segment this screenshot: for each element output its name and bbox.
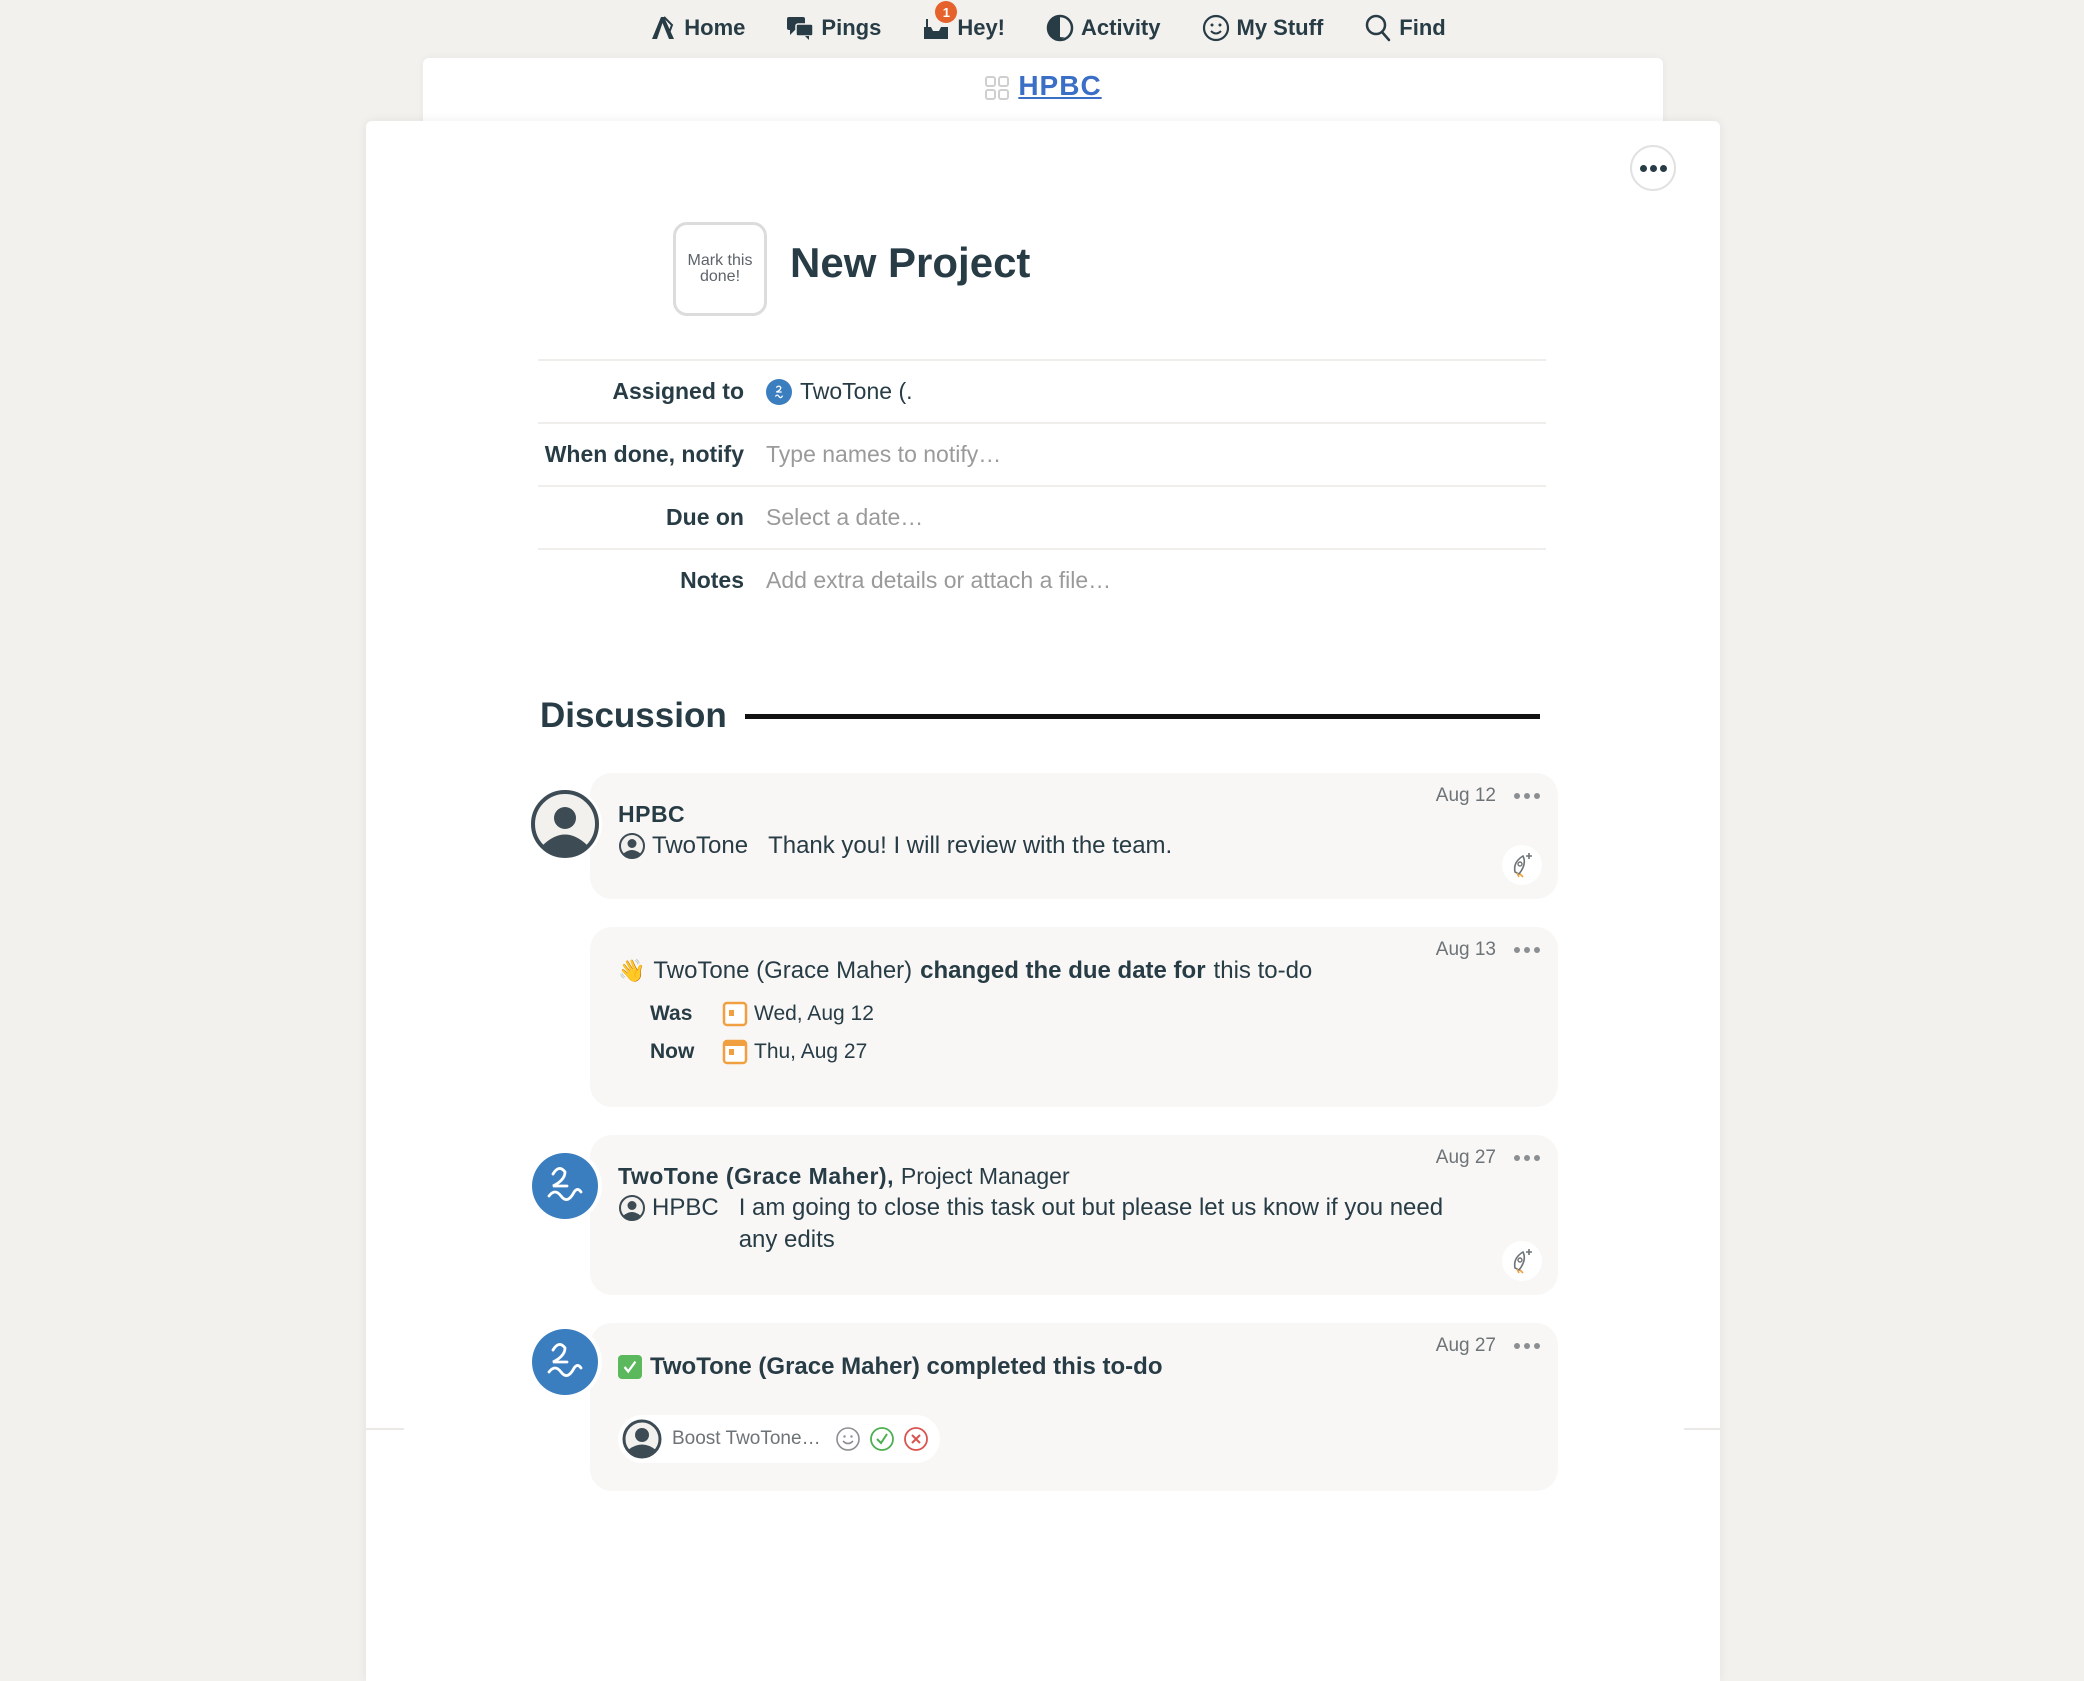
divider (366, 1428, 404, 1430)
assignee-field[interactable]: TwoTone (. (766, 378, 913, 405)
breadcrumb-project-link[interactable]: HPBC (1018, 70, 1101, 102)
mention-chip[interactable]: HPBC (618, 1192, 719, 1224)
rocket-icon (1513, 853, 1532, 878)
comment-date[interactable]: Aug 12 (1436, 785, 1496, 807)
nav-find[interactable]: Find (1363, 13, 1446, 43)
twotone-logo-icon (532, 1329, 598, 1395)
cancel-x-icon[interactable] (902, 1425, 930, 1453)
comment-options-button[interactable] (1514, 1155, 1540, 1161)
avatar (528, 1325, 602, 1399)
todo-options-button[interactable] (1630, 145, 1676, 191)
avatar (528, 1149, 602, 1223)
boost-input[interactable] (668, 1428, 828, 1450)
event-bubble: Aug 13 👋 TwoTone (Grace Maher) changed t… (590, 927, 1558, 1107)
todo-title: New Project (790, 239, 1031, 286)
emoji-picker-icon[interactable] (834, 1425, 862, 1453)
activity-icon (1046, 14, 1074, 42)
hey-badge: 1 (935, 1, 958, 23)
field-due-on: Due on (538, 485, 1546, 548)
todo-card: Mark this done! New Project Assigned to … (366, 121, 1720, 1681)
pings-icon (787, 17, 815, 40)
find-icon (1366, 14, 1391, 42)
boost-button[interactable] (1502, 1241, 1542, 1281)
boost-button[interactable] (1502, 845, 1542, 885)
discussion-heading: Discussion (540, 696, 727, 735)
discussion-header: Discussion (540, 696, 1540, 736)
calendar-icon (722, 1039, 748, 1065)
rocket-icon (1513, 1249, 1532, 1274)
notify-input[interactable] (766, 441, 1366, 468)
field-notes: Notes (538, 548, 1546, 611)
comment-date[interactable]: Aug 27 (1436, 1147, 1496, 1169)
event-summary: TwoTone (Grace Maher) completed this to-… (618, 1353, 1534, 1381)
comment-options-button[interactable] (1514, 793, 1540, 799)
user-icon (619, 1195, 645, 1221)
author-role: Project Manager (900, 1163, 1070, 1189)
discussion-divider (744, 713, 1540, 719)
twotone-logo-icon (532, 1153, 598, 1219)
mark-done-checkbox[interactable]: Mark this done! (673, 222, 767, 316)
notes-input[interactable] (766, 567, 1366, 594)
nav-pings[interactable]: Pings (785, 13, 881, 43)
field-assigned-to: Assigned to TwoTone (. (538, 359, 1546, 422)
event-summary: 👋 TwoTone (Grace Maher) changed the due … (618, 957, 1313, 984)
comment-bubble: Aug 12 HPBC TwoTone Thank you! I will re… (590, 773, 1558, 899)
mention-chip[interactable]: TwoTone (618, 830, 748, 862)
calendar-icon (722, 1001, 748, 1027)
boost-form (618, 1415, 940, 1463)
field-notify: When done, notify (538, 422, 1546, 485)
nav-home[interactable]: Home (648, 13, 745, 43)
nav-my-stuff[interactable]: My Stuff (1201, 13, 1323, 43)
submit-check-icon[interactable] (868, 1425, 896, 1453)
now-row: Now Thu, Aug 27 (650, 1039, 868, 1065)
avatar (528, 787, 602, 861)
default-user-icon (531, 790, 599, 858)
nav-hey[interactable]: 1 Hey! (921, 1, 1005, 43)
assignee-avatar (766, 378, 792, 405)
due-change-event: Aug 13 👋 TwoTone (Grace Maher) changed t… (528, 927, 1558, 1107)
due-date-input[interactable] (766, 504, 1366, 531)
comment-author: HPBC (618, 801, 686, 827)
my-stuff-icon (1202, 14, 1229, 42)
ellipsis-icon (1639, 164, 1647, 172)
completed-event: Aug 27 TwoTone (Grace Maher) completed t… (528, 1323, 1558, 1491)
comment-body: HPBC I am going to close this task out b… (618, 1192, 1534, 1256)
comment-entry: Aug 12 HPBC TwoTone Thank you! I will re… (528, 773, 1558, 899)
comment-author: TwoTone (Grace Maher), Project Manager (618, 1163, 1070, 1189)
comment-entry: Aug 27 TwoTone (Grace Maher), Project Ma… (528, 1135, 1558, 1295)
project-grid-icon (985, 76, 1010, 100)
nav-activity[interactable]: Activity (1045, 13, 1161, 43)
top-nav: Home Pings 1 Hey! Activity My Stuff Find (0, 0, 2084, 56)
user-icon (619, 833, 645, 859)
divider (1684, 1428, 1720, 1430)
discussion-thread: Aug 12 HPBC TwoTone Thank you! I will re… (528, 773, 1558, 1519)
assignee-name: TwoTone (. (800, 378, 913, 404)
wave-hand-icon: 👋 (618, 958, 646, 983)
event-options-button[interactable] (1514, 947, 1540, 953)
event-date[interactable]: Aug 13 (1436, 939, 1496, 961)
home-icon (652, 16, 675, 39)
event-bubble: Aug 27 TwoTone (Grace Maher) completed t… (590, 1323, 1558, 1491)
event-options-button[interactable] (1514, 1343, 1540, 1349)
checkmark-icon (618, 1355, 642, 1379)
was-row: Was Wed, Aug 12 (650, 1001, 874, 1027)
user-icon (622, 1419, 662, 1459)
comment-bubble: Aug 27 TwoTone (Grace Maher), Project Ma… (590, 1135, 1558, 1295)
todo-fields: Assigned to TwoTone (. When done, notify… (538, 359, 1546, 611)
comment-body: TwoTone Thank you! I will review with th… (618, 830, 1534, 862)
event-date[interactable]: Aug 27 (1436, 1335, 1496, 1357)
